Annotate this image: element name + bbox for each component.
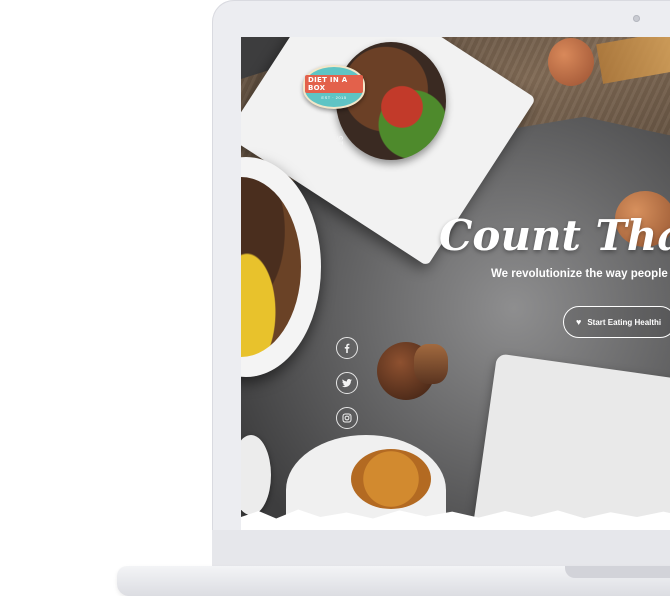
- logo-text: DIET IN A BOX: [305, 74, 363, 93]
- chickpeas-image: [351, 449, 431, 509]
- twitter-icon: [342, 379, 352, 388]
- napkin-image: [470, 353, 670, 530]
- hero-subtitle: We revolutionize the way people p: [491, 268, 670, 280]
- instagram-link[interactable]: [336, 407, 358, 429]
- facebook-icon: [344, 343, 350, 353]
- site-logo[interactable]: DIET IN A BOX EST · 2015: [303, 65, 365, 109]
- heart-icon: ♥: [576, 317, 582, 327]
- camera-icon: [633, 15, 640, 22]
- logo-subtext: EST · 2015: [321, 94, 347, 100]
- pepper-mill-top-image: [414, 344, 448, 384]
- start-eating-healthier-button[interactable]: ♥ Start Eating Healthi: [563, 306, 670, 338]
- instagram-icon: [342, 413, 352, 423]
- hero-title: Count That: [439, 211, 670, 260]
- cta-label: Start Eating Healthi: [587, 317, 662, 327]
- laptop-bezel-bottom: [212, 530, 670, 566]
- facebook-link[interactable]: [336, 337, 358, 359]
- laptop-notch: [565, 566, 670, 578]
- twitter-link[interactable]: [336, 372, 358, 394]
- small-bowl-image: [241, 435, 271, 515]
- established-label: ESTD 2015: [336, 134, 345, 185]
- egg-image: [548, 38, 594, 86]
- laptop-screen: DIET IN A BOX EST · 2015 ESTD 2015 Count…: [241, 37, 670, 530]
